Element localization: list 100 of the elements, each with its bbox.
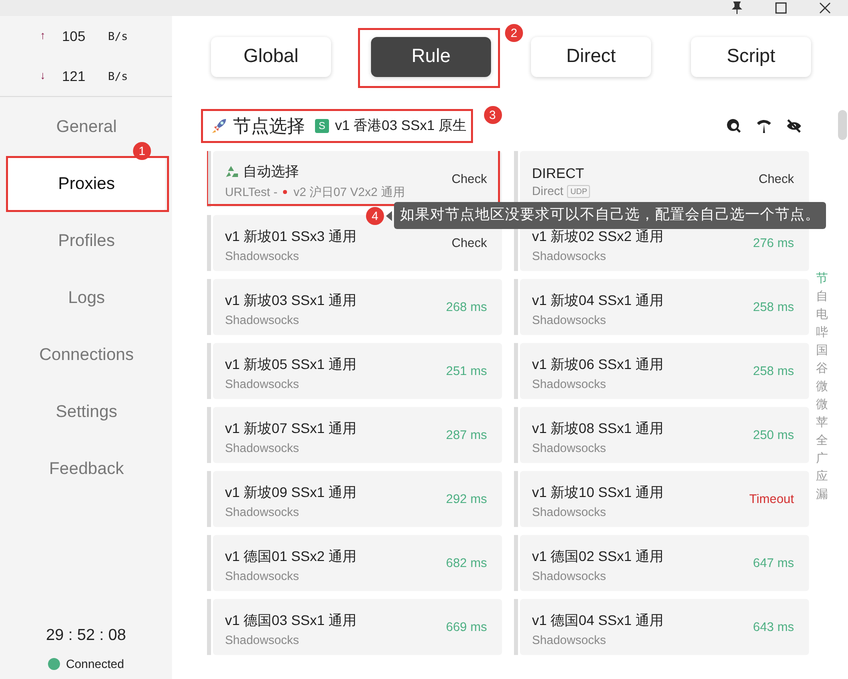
card-indicator: [514, 343, 518, 399]
group-name: 节点选择: [233, 115, 305, 138]
proxy-name: v1 新坡04 SSx1 通用: [532, 292, 664, 310]
index-letter[interactable]: 广: [816, 452, 828, 466]
close-icon: [818, 1, 832, 15]
index-letter[interactable]: 漏: [816, 488, 828, 502]
latency-text[interactable]: 258 ms: [753, 364, 794, 378]
index-letter[interactable]: 全: [816, 434, 828, 448]
proxy-card[interactable]: v1 德国04 SSx1 通用 Shadowsocks 643 ms: [520, 599, 809, 655]
rocket-icon: [211, 118, 227, 134]
index-letter[interactable]: 节: [816, 272, 828, 286]
latency-text[interactable]: 647 ms: [753, 556, 794, 570]
maximize-icon: [774, 1, 788, 15]
proxy-name: v1 新坡02 SSx2 通用: [532, 228, 664, 246]
nav-item[interactable]: General: [8, 112, 165, 142]
step-badge: 2: [505, 24, 523, 42]
proxy-type: Shadowsocks: [225, 633, 300, 647]
proxy-card[interactable]: v1 新坡10 SSx1 通用 Shadowsocks Timeout: [520, 471, 809, 527]
speed-unit: B/s: [108, 70, 128, 82]
index-letter[interactable]: 苹: [816, 416, 828, 430]
card-indicator: [207, 215, 211, 271]
proxy-type: Shadowsocks: [225, 313, 300, 327]
proxy-card[interactable]: v1 新坡03 SSx1 通用 Shadowsocks 268 ms: [213, 279, 502, 335]
mode-button[interactable]: Global: [211, 37, 331, 77]
proxy-card[interactable]: v1 德国03 SSx1 通用 Shadowsocks 669 ms: [213, 599, 502, 655]
latency-text[interactable]: Check: [758, 172, 794, 186]
proxy-type: Shadowsocks: [532, 377, 606, 391]
step-badge: 1: [133, 142, 151, 160]
index-letter[interactable]: 谷: [816, 362, 828, 376]
index-letter[interactable]: 自: [816, 290, 828, 304]
proxy-card[interactable]: v1 新坡08 SSx1 通用 Shadowsocks 250 ms: [520, 407, 809, 463]
index-letter[interactable]: 电: [816, 308, 828, 322]
proxy-name: v1 新坡03 SSx1 通用: [225, 292, 356, 310]
index-letter[interactable]: 微: [816, 380, 828, 394]
proxy-card[interactable]: v1 新坡07 SSx1 通用 Shadowsocks 287 ms: [213, 407, 502, 463]
latency-text[interactable]: Check: [452, 172, 487, 186]
card-indicator: [514, 471, 518, 527]
proxy-card[interactable]: 自动选择 URLTest - v2 沪日07 V2x2 通用 Check: [213, 151, 502, 207]
udp-tag: UDP: [567, 184, 590, 198]
nav-item[interactable]: Proxies: [8, 157, 165, 210]
proxy-card[interactable]: v1 新坡04 SSx1 通用 Shadowsocks 258 ms: [520, 279, 809, 335]
current-proxy: v2 沪日07 V2x2 通用: [293, 184, 405, 200]
latency-text[interactable]: 258 ms: [753, 300, 794, 314]
status-text: Connected: [66, 657, 124, 671]
latency-text[interactable]: Timeout: [749, 492, 794, 506]
card-indicator: [514, 599, 518, 655]
nav-item[interactable]: Settings: [8, 396, 165, 426]
index-letter[interactable]: 应: [816, 470, 828, 484]
latency-text[interactable]: 251 ms: [446, 364, 487, 378]
hide-icon: [786, 118, 802, 134]
speed-value: 105: [62, 28, 86, 44]
proxy-card[interactable]: v1 新坡09 SSx1 通用 Shadowsocks 292 ms: [213, 471, 502, 527]
proxy-type: Shadowsocks: [225, 441, 300, 455]
proxy-type: Shadowsocks: [225, 249, 300, 263]
index-letter[interactable]: 哔: [816, 326, 828, 340]
step-badge: 3: [484, 106, 502, 124]
latency-text[interactable]: 669 ms: [446, 620, 487, 634]
proxy-type: Shadowsocks: [532, 441, 606, 455]
tooltip: 如果对节点地区没要求可以不自己选，配置会自己选一个节点。: [394, 202, 826, 229]
latency-text[interactable]: 292 ms: [446, 492, 487, 506]
mode-button[interactable]: Script: [691, 37, 811, 77]
index-letter[interactable]: 微: [816, 398, 828, 412]
card-indicator: [207, 535, 211, 591]
proxy-card[interactable]: v1 德国02 SSx1 通用 Shadowsocks 647 ms: [520, 535, 809, 591]
card-indicator: [207, 407, 211, 463]
card-indicator: [207, 151, 211, 207]
proxy-type: Direct: [532, 184, 564, 198]
latency-text[interactable]: Check: [452, 236, 487, 250]
latency-text[interactable]: 276 ms: [753, 236, 794, 250]
latency-text[interactable]: 643 ms: [753, 620, 794, 634]
proxy-name: 自动选择: [243, 162, 299, 180]
proxy-name: v1 德国01 SSx2 通用: [225, 548, 356, 566]
latency-text[interactable]: 268 ms: [446, 300, 487, 314]
latency-text[interactable]: 250 ms: [753, 428, 794, 442]
mode-button[interactable]: Rule: [371, 37, 491, 77]
mode-button[interactable]: Direct: [531, 37, 651, 77]
proxy-type: Shadowsocks: [532, 633, 606, 647]
speed-unit: B/s: [108, 30, 128, 42]
proxy-name: v1 新坡09 SSx1 通用: [225, 484, 356, 502]
proxy-name: v1 德国04 SSx1 通用: [532, 612, 664, 630]
uptime-text: 29 : 52 : 08: [46, 627, 126, 645]
card-indicator: [207, 599, 211, 655]
proxy-name: DIRECT: [532, 165, 584, 181]
proxy-type: Shadowsocks: [532, 505, 606, 519]
card-indicator: [207, 279, 211, 335]
latency-text[interactable]: 287 ms: [446, 428, 487, 442]
nav-item[interactable]: Connections: [8, 340, 165, 370]
pin-icon: [730, 1, 744, 15]
index-letter[interactable]: 国: [816, 344, 828, 358]
latency-text[interactable]: 682 ms: [446, 556, 487, 570]
proxy-type: Shadowsocks: [532, 313, 606, 327]
proxy-card[interactable]: v1 德国01 SSx2 通用 Shadowsocks 682 ms: [213, 535, 502, 591]
proxy-type: Shadowsocks: [225, 505, 300, 519]
proxy-card[interactable]: v1 新坡06 SSx1 通用 Shadowsocks 258 ms: [520, 343, 809, 399]
nav-item[interactable]: Profiles: [8, 226, 165, 256]
proxy-card[interactable]: v1 新坡05 SSx1 通用 Shadowsocks 251 ms: [213, 343, 502, 399]
scrollbar-thumb[interactable]: [838, 110, 847, 140]
nav-item[interactable]: Logs: [8, 282, 165, 312]
proxy-type: URLTest -: [225, 185, 278, 199]
nav-item[interactable]: Feedback: [8, 454, 165, 484]
